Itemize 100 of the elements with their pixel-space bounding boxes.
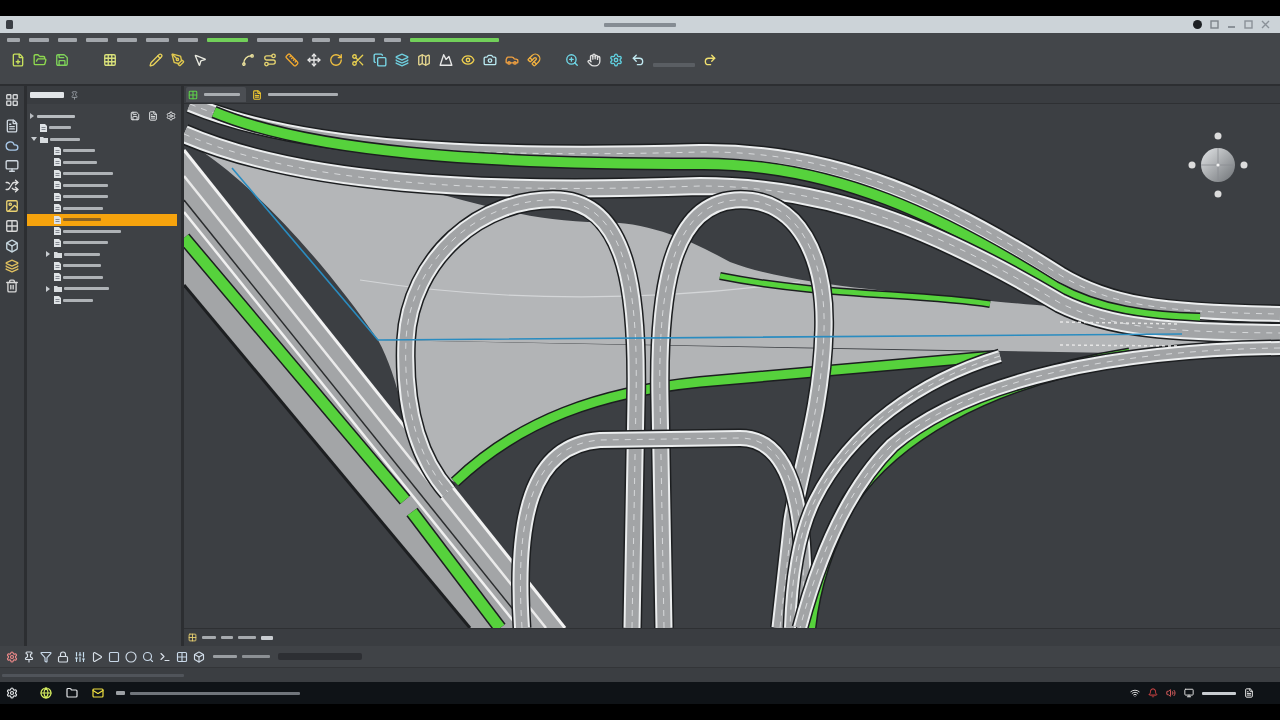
status-text — [202, 636, 216, 639]
zoom-in-icon[interactable] — [565, 53, 579, 67]
save-icon[interactable] — [55, 53, 69, 67]
document-icon[interactable] — [1244, 688, 1254, 698]
document-icon — [54, 192, 61, 201]
layout-grid-icon[interactable] — [5, 93, 19, 107]
menu-item[interactable] — [29, 37, 49, 42]
eye-icon[interactable] — [461, 53, 475, 67]
menu-item[interactable] — [339, 37, 375, 42]
cloud-icon[interactable] — [5, 139, 19, 153]
record-dot-icon[interactable] — [1193, 20, 1202, 29]
route-icon[interactable] — [263, 53, 277, 67]
menu-item[interactable] — [207, 37, 248, 42]
circle-icon[interactable] — [125, 650, 137, 663]
monitor-icon[interactable] — [1184, 688, 1194, 698]
image-icon[interactable] — [5, 199, 19, 213]
document-icon — [54, 227, 61, 236]
car-icon[interactable] — [505, 53, 519, 67]
status-text — [238, 636, 256, 639]
map-icon[interactable] — [417, 53, 431, 67]
globe-icon[interactable] — [40, 687, 52, 699]
menu-item[interactable] — [7, 37, 20, 42]
pencil-icon[interactable] — [149, 53, 163, 67]
redo-icon[interactable] — [703, 53, 717, 67]
menu-item[interactable] — [410, 37, 499, 42]
view-navigator-icon[interactable] — [1188, 130, 1248, 200]
play-icon[interactable] — [91, 650, 103, 663]
grid-icon[interactable] — [176, 650, 188, 663]
pointer-icon[interactable] — [193, 53, 207, 67]
app-icon — [6, 20, 13, 29]
document-icon — [40, 123, 47, 132]
document-icon[interactable] — [5, 119, 19, 133]
document-icon — [54, 204, 61, 213]
lock-icon[interactable] — [57, 650, 69, 663]
menu-item[interactable] — [312, 37, 330, 42]
taskbar-text — [116, 691, 125, 695]
open-folder-icon[interactable] — [33, 53, 47, 67]
document-icon — [54, 238, 61, 247]
mail-icon[interactable] — [92, 687, 104, 699]
scissors-icon[interactable] — [351, 53, 365, 67]
layers-icon[interactable] — [395, 53, 409, 67]
camera-icon[interactable] — [483, 53, 497, 67]
square-icon[interactable] — [108, 650, 120, 663]
grid-icon[interactable] — [103, 53, 117, 67]
mountain-icon[interactable] — [439, 53, 453, 67]
menu-item[interactable] — [58, 37, 77, 42]
document-icon[interactable] — [148, 111, 158, 121]
terminal-icon[interactable] — [159, 650, 171, 663]
monitor-icon[interactable] — [5, 159, 19, 173]
caret-icon[interactable] — [31, 136, 37, 143]
undo-icon[interactable] — [631, 53, 645, 67]
layers-icon[interactable] — [5, 259, 19, 273]
search-icon[interactable] — [142, 650, 154, 663]
menu-item[interactable] — [117, 37, 137, 42]
pin-icon[interactable] — [70, 90, 79, 100]
pin-icon[interactable] — [23, 650, 35, 663]
trash-icon[interactable] — [5, 279, 19, 293]
viewport-tab[interactable] — [186, 87, 246, 102]
grid-icon[interactable] — [188, 633, 197, 642]
toolbar-text — [242, 655, 270, 658]
menu-item[interactable] — [86, 37, 108, 42]
copy-icon[interactable] — [373, 53, 387, 67]
ruler-icon[interactable] — [285, 53, 299, 67]
pen-tool-icon[interactable] — [171, 53, 185, 67]
menu-item[interactable] — [384, 37, 401, 42]
hand-icon[interactable] — [587, 53, 601, 67]
wifi-icon[interactable] — [1130, 688, 1140, 698]
caret-icon[interactable] — [45, 285, 51, 292]
folder-icon — [54, 285, 62, 293]
window-title — [604, 22, 676, 27]
rotate-icon[interactable] — [329, 53, 343, 67]
caret-icon[interactable] — [30, 113, 34, 119]
bell-icon[interactable] — [1148, 688, 1158, 698]
magnet-icon[interactable] — [527, 53, 541, 67]
folder-icon[interactable] — [66, 687, 78, 699]
menu-item[interactable] — [257, 37, 303, 42]
toolbar-text — [213, 655, 237, 658]
menu-item[interactable] — [178, 37, 198, 42]
tree-item[interactable] — [27, 214, 177, 226]
document-icon — [54, 146, 61, 155]
cube-icon[interactable] — [193, 650, 205, 663]
document-icon — [54, 158, 61, 167]
cube-icon[interactable] — [5, 239, 19, 253]
menu-item[interactable] — [146, 37, 169, 42]
sliders-icon[interactable] — [74, 650, 86, 663]
document-icon — [54, 181, 61, 190]
folder-icon — [54, 250, 62, 258]
volume-icon[interactable] — [1166, 688, 1176, 698]
caret-icon[interactable] — [45, 251, 51, 258]
document-icon — [54, 215, 61, 224]
panel-subtitle — [37, 114, 75, 118]
move-icon[interactable] — [307, 53, 321, 67]
new-file-icon[interactable] — [11, 53, 25, 67]
spline-icon[interactable] — [241, 53, 255, 67]
grid-icon — [188, 89, 198, 100]
shuffle-icon[interactable] — [5, 179, 19, 193]
filter-icon[interactable] — [40, 650, 52, 663]
grid-icon[interactable] — [5, 219, 19, 233]
document-icon — [54, 296, 61, 305]
document-icon — [54, 273, 61, 282]
